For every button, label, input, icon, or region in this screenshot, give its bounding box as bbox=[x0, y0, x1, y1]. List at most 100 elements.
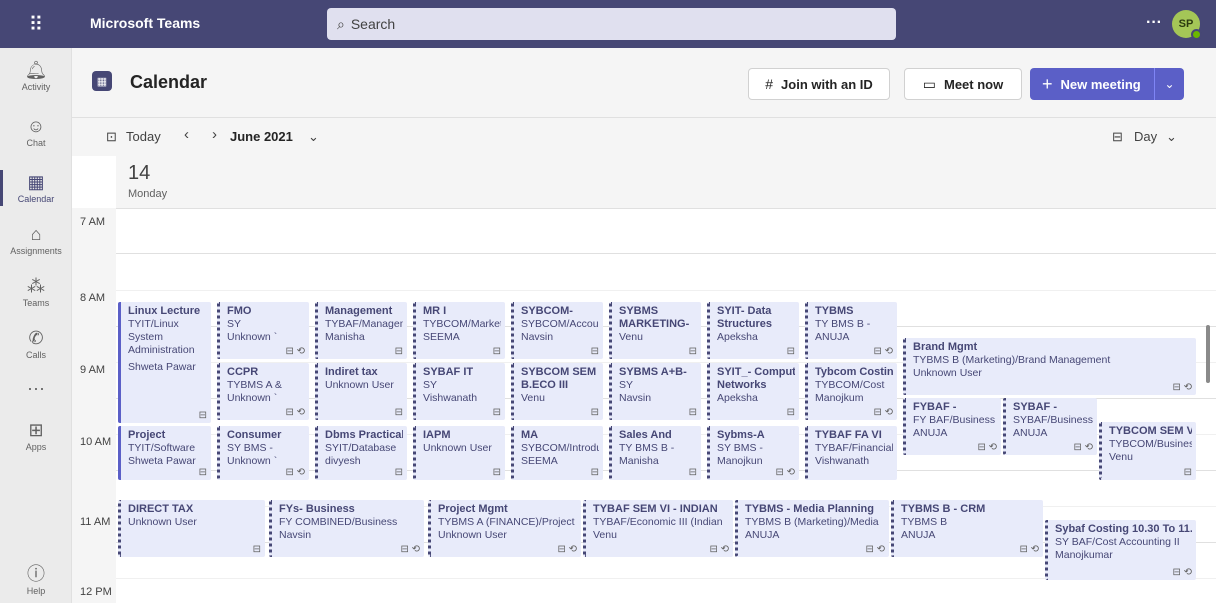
event-tybcom-costing[interactable]: Tybcom Costing TYBCOM/Cost Manojkum ⊟ ⟲ bbox=[805, 363, 897, 420]
event-syit-data-structures[interactable]: SYIT- Data Structures Apeksha ⊟ bbox=[707, 302, 799, 359]
recurring-icon: ⊟ ⟲ bbox=[977, 442, 997, 453]
event-tybaf-fa-vi[interactable]: TYBAF FA VI TYBAF/Financial Vishwanath bbox=[805, 426, 897, 480]
event-detail: FY BAF/Business bbox=[913, 414, 996, 426]
scrollbar[interactable] bbox=[1206, 325, 1210, 383]
event-tybms-b-crm[interactable]: TYBMS B - CRM TYBMS B ANUJA ⊟ ⟲ bbox=[891, 500, 1043, 557]
event-sybaf-it[interactable]: SYBAF IT SY Vishwanath ⊟ bbox=[413, 363, 505, 420]
event-iapm[interactable]: IAPM Unknown User ⊟ bbox=[413, 426, 505, 480]
event-sybaf-costing[interactable]: Sybaf Costing 10.30 To 11.20 SY BAF/Cost… bbox=[1045, 520, 1196, 580]
search-placeholder: Search bbox=[350, 16, 396, 32]
event-title: TYBMS B - CRM bbox=[901, 503, 986, 515]
event-syit-computer-networks[interactable]: SYIT_- Computer Networks Apeksha ⊟ bbox=[707, 363, 799, 420]
event-consumer[interactable]: Consumer SY BMS - Unknown ` ⊟ ⟲ bbox=[217, 426, 309, 480]
event-detail: Shweta Pawar bbox=[128, 455, 196, 467]
note-icon: ⊟ bbox=[394, 407, 403, 418]
rail-label: Apps bbox=[25, 442, 47, 452]
event-title: Consumer bbox=[227, 429, 282, 441]
rail-label: Help bbox=[26, 586, 46, 596]
event-tybms[interactable]: TYBMS TY BMS B - ANUJA ⊟ ⟲ bbox=[805, 302, 897, 359]
event-sybcom-sem-iii[interactable]: SYBCOM SEM III B.ECO III Venu ⊟ bbox=[511, 363, 603, 420]
month-picker[interactable]: June 2021 bbox=[230, 129, 293, 144]
event-detail: Vishwanath bbox=[815, 455, 870, 467]
event-title: B.ECO III bbox=[521, 379, 569, 391]
time-grid: 7 AM 8 AM 9 AM 10 AM 11 AM 12 PM Linux L… bbox=[72, 208, 1216, 603]
chevron-down-icon[interactable]: ⌄ bbox=[1166, 129, 1177, 145]
event-tybcom-sem-v[interactable]: TYBCOM SEM V TYBCOM/Busines Venu ⊟ bbox=[1099, 422, 1196, 480]
hash-icon: # bbox=[765, 76, 774, 92]
event-detail: TY BMS B - bbox=[815, 318, 871, 330]
next-button[interactable]: › bbox=[212, 126, 217, 143]
rail-item-help[interactable]: ⓘ Help bbox=[0, 556, 72, 604]
meet-now-button[interactable]: ▭ Meet now bbox=[904, 68, 1022, 100]
event-sybcom[interactable]: SYBCOM- SYBCOM/Accoun Navsin ⊟ bbox=[511, 302, 603, 359]
event-ma[interactable]: MA SYBCOM/Introdu SEEMA ⊟ bbox=[511, 426, 603, 480]
rail-item-assignments[interactable]: ⌂ Assignments bbox=[0, 212, 72, 268]
previous-button[interactable]: ‹ bbox=[184, 126, 189, 143]
event-detail: SY BMS - bbox=[227, 442, 273, 454]
event-sales-and[interactable]: Sales And TY BMS B - Manisha ⊟ bbox=[609, 426, 701, 480]
event-project-mgmt[interactable]: Project Mgmt TYBMS A (FINANCE)/Project U… bbox=[428, 500, 581, 557]
rail-label: Teams bbox=[22, 298, 50, 308]
event-direct-tax[interactable]: DIRECT TAX Unknown User ⊟ bbox=[118, 500, 265, 557]
event-detail: System bbox=[128, 331, 164, 343]
rail-label: Chat bbox=[26, 138, 46, 148]
event-dbms-practical[interactable]: Dbms Practical SYIT/Database divyesh ⊟ bbox=[315, 426, 407, 480]
event-detail: TYBAF/Economic III (Indian bbox=[593, 516, 723, 528]
day-header: 14 Monday bbox=[116, 156, 1216, 208]
rail-item-chat[interactable]: ☺ Chat bbox=[0, 104, 72, 160]
new-meeting-dropdown[interactable]: ⌄ bbox=[1154, 68, 1184, 100]
event-title: SYBAF IT bbox=[423, 366, 474, 378]
event-brand-mgmt[interactable]: Brand Mgmt TYBMS B (Marketing)/Brand Man… bbox=[903, 338, 1196, 395]
rail-item-teams[interactable]: ⁂ Teams bbox=[0, 264, 72, 320]
event-detail: Venu bbox=[619, 331, 643, 343]
avatar[interactable]: SP bbox=[1172, 10, 1202, 40]
event-sybms-ab[interactable]: SYBMS A+B- SY Navsin ⊟ bbox=[609, 363, 701, 420]
chevron-down-icon[interactable]: ⌄ bbox=[308, 129, 319, 145]
view-switcher[interactable]: Day bbox=[1134, 129, 1157, 144]
event-detail: SYBAF/Business bbox=[1013, 414, 1093, 426]
event-fys-business[interactable]: FYs- Business FY COMBINED/Business Navsi… bbox=[269, 500, 424, 557]
event-sybms-marketing[interactable]: SYBMS MARKETING- Venu ⊟ bbox=[609, 302, 701, 359]
event-detail: TYBMS A (FINANCE)/Project bbox=[438, 516, 575, 528]
time-label: 9 AM bbox=[80, 364, 106, 376]
event-tybms-media-planning[interactable]: TYBMS - Media Planning TYBMS B (Marketin… bbox=[735, 500, 889, 557]
event-linux-lecture[interactable]: Linux Lecture TYIT/Linux System Administ… bbox=[118, 302, 211, 423]
event-title: Management bbox=[325, 305, 393, 317]
recurring-icon: ⊟ ⟲ bbox=[775, 467, 795, 478]
rail-item-calendar[interactable]: ▦ Calendar bbox=[0, 160, 72, 216]
join-with-id-button[interactable]: # Join with an ID bbox=[748, 68, 890, 100]
event-ccpr[interactable]: CCPR TYBMS A & Unknown ` ⊟ ⟲ bbox=[217, 363, 309, 420]
event-mr-i[interactable]: MR I TYBCOM/Marketi SEEMA ⊟ bbox=[413, 302, 505, 359]
app-launcher-icon[interactable]: ⠿ bbox=[0, 0, 72, 48]
event-fmo[interactable]: FMO SY Unknown ` ⊟ ⟲ bbox=[217, 302, 309, 359]
join-label: Join with an ID bbox=[781, 76, 873, 92]
meet-label: Meet now bbox=[944, 76, 1004, 92]
event-sybaf[interactable]: SYBAF - SYBAF/Business ANUJA ⊟ ⟲ bbox=[1003, 398, 1097, 455]
event-indiret-tax[interactable]: Indiret tax Unknown User ⊟ bbox=[315, 363, 407, 420]
search-input[interactable]: ⌕ Search bbox=[327, 8, 896, 40]
settings-more-button[interactable]: ··· bbox=[1146, 14, 1162, 32]
today-button[interactable]: Today bbox=[126, 129, 161, 144]
event-sybms-a[interactable]: Sybms-A SY BMS - Manojkun ⊟ ⟲ bbox=[707, 426, 799, 480]
time-label: 7 AM bbox=[80, 216, 106, 228]
recurring-icon: ⊟ ⟲ bbox=[873, 346, 893, 357]
new-meeting-button[interactable]: + New meeting bbox=[1030, 68, 1154, 100]
event-title: SYBCOM SEM III bbox=[521, 366, 599, 378]
event-title: TYBMS - Media Planning bbox=[745, 503, 874, 515]
apps-icon: ⊞ bbox=[28, 420, 44, 440]
event-detail: Venu bbox=[593, 529, 617, 541]
event-fybaf[interactable]: FYBAF - FY BAF/Business ANUJA ⊟ ⟲ bbox=[903, 398, 1001, 455]
rail-item-activity[interactable]: 🔔︎ Activity bbox=[0, 48, 72, 104]
event-management[interactable]: Management TYBAF/Managem Manisha ⊟ bbox=[315, 302, 407, 359]
event-project[interactable]: Project TYIT/Software Shweta Pawar ⊟ bbox=[118, 426, 211, 480]
event-detail: Apeksha bbox=[717, 331, 758, 343]
event-detail: Unknown User bbox=[913, 367, 982, 379]
event-tybaf-sem-vi[interactable]: TYBAF SEM VI - INDIAN TYBAF/Economic III… bbox=[583, 500, 733, 557]
event-detail: Navsin bbox=[619, 392, 652, 404]
rail-item-apps[interactable]: ⊞ Apps bbox=[0, 408, 72, 464]
note-icon: ⊟ bbox=[492, 346, 501, 357]
more-icon: ··· bbox=[27, 378, 45, 398]
event-title: SYBCOM- bbox=[521, 305, 573, 317]
event-title: Sales And bbox=[619, 429, 672, 441]
event-detail: TYBMS B (Marketing)/Brand Management bbox=[913, 354, 1111, 366]
